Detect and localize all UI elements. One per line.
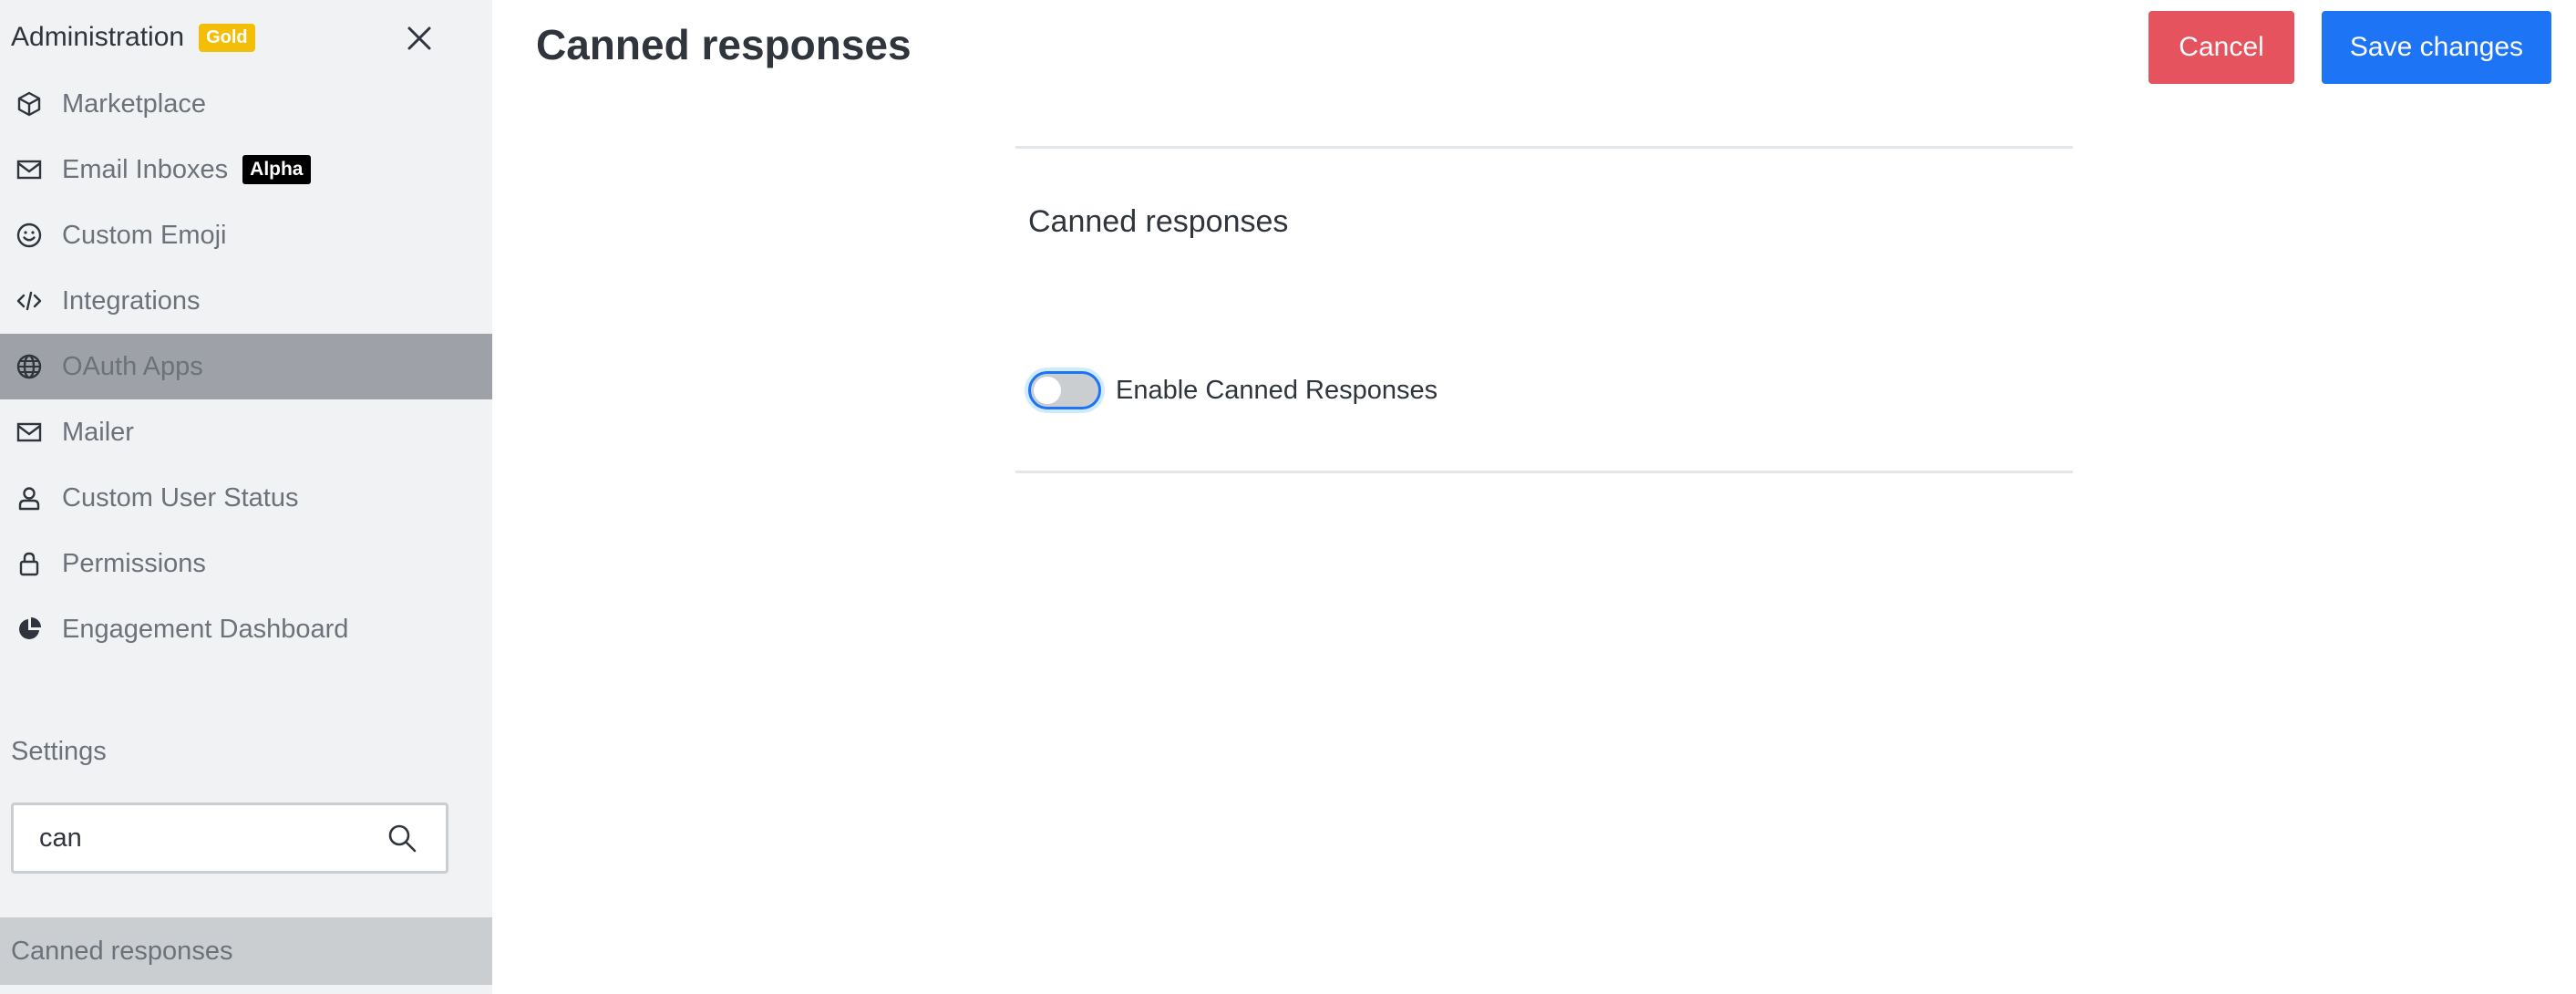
sidebar-item-email-inboxes[interactable]: Email Inboxes Alpha	[0, 137, 492, 202]
lock-icon	[13, 547, 46, 580]
sidebar-title: Administration	[11, 22, 185, 52]
admin-sidebar: Administration Gold Marketplace Email In…	[0, 0, 492, 994]
sidebar-item-label: OAuth Apps	[62, 351, 203, 381]
sidebar-item-label: Integrations	[62, 285, 201, 316]
mail-icon	[13, 153, 46, 186]
settings-search	[11, 802, 448, 874]
main-content: Canned responses Cancel Save changes Can…	[492, 0, 2576, 994]
sidebar-item-label: Email Inboxes	[62, 154, 229, 184]
toggle-label: Enable Canned Responses	[1116, 375, 1438, 405]
search-icon[interactable]	[386, 822, 418, 854]
settings-result-canned-responses[interactable]: Canned responses	[0, 917, 492, 985]
sidebar-item-custom-emoji[interactable]: Custom Emoji	[0, 202, 492, 268]
sidebar-item-custom-user-status[interactable]: Custom User Status	[0, 465, 492, 531]
close-button[interactable]	[401, 20, 438, 57]
pie-chart-icon	[13, 613, 46, 646]
code-icon	[13, 285, 46, 317]
sidebar-item-integrations[interactable]: Integrations	[0, 268, 492, 334]
sidebar-item-mailer[interactable]: Mailer	[0, 399, 492, 465]
section-title: Canned responses	[1028, 204, 1289, 239]
sidebar-item-label: Engagement Dashboard	[62, 614, 349, 644]
close-icon	[407, 26, 431, 50]
settings-result-label: Canned responses	[11, 936, 233, 966]
save-changes-button[interactable]: Save changes	[2322, 11, 2551, 84]
section-divider	[1015, 471, 2073, 473]
sidebar-item-permissions[interactable]: Permissions	[0, 531, 492, 596]
sidebar-item-label: Permissions	[62, 548, 206, 578]
sidebar-header: Administration Gold	[11, 16, 481, 58]
enable-canned-responses-row: Enable Canned Responses	[1028, 368, 1437, 412]
alpha-badge: Alpha	[242, 155, 311, 184]
plan-badge: Gold	[199, 23, 255, 52]
emoji-icon	[13, 219, 46, 252]
sidebar-item-label: Marketplace	[62, 88, 206, 119]
cancel-button[interactable]: Cancel	[2148, 11, 2294, 84]
settings-heading: Settings	[11, 737, 107, 766]
sidebar-item-label: Custom Emoji	[62, 220, 227, 250]
sidebar-item-label: Custom User Status	[62, 482, 299, 513]
enable-canned-responses-toggle[interactable]	[1028, 371, 1101, 409]
globe-icon	[13, 350, 46, 383]
sidebar-item-engagement-dashboard[interactable]: Engagement Dashboard	[0, 596, 492, 662]
sidebar-item-oauth-apps[interactable]: OAuth Apps	[0, 334, 492, 399]
admin-nav: Marketplace Email Inboxes Alpha Custom E…	[0, 71, 492, 662]
cube-icon	[13, 88, 46, 120]
toggle-knob	[1034, 377, 1061, 404]
mail-icon	[13, 416, 46, 449]
page-title: Canned responses	[536, 21, 912, 68]
sidebar-item-label: Mailer	[62, 417, 134, 447]
section-divider	[1015, 146, 2073, 149]
sidebar-item-marketplace[interactable]: Marketplace	[0, 71, 492, 137]
user-icon	[13, 481, 46, 514]
settings-search-input[interactable]	[14, 823, 360, 854]
